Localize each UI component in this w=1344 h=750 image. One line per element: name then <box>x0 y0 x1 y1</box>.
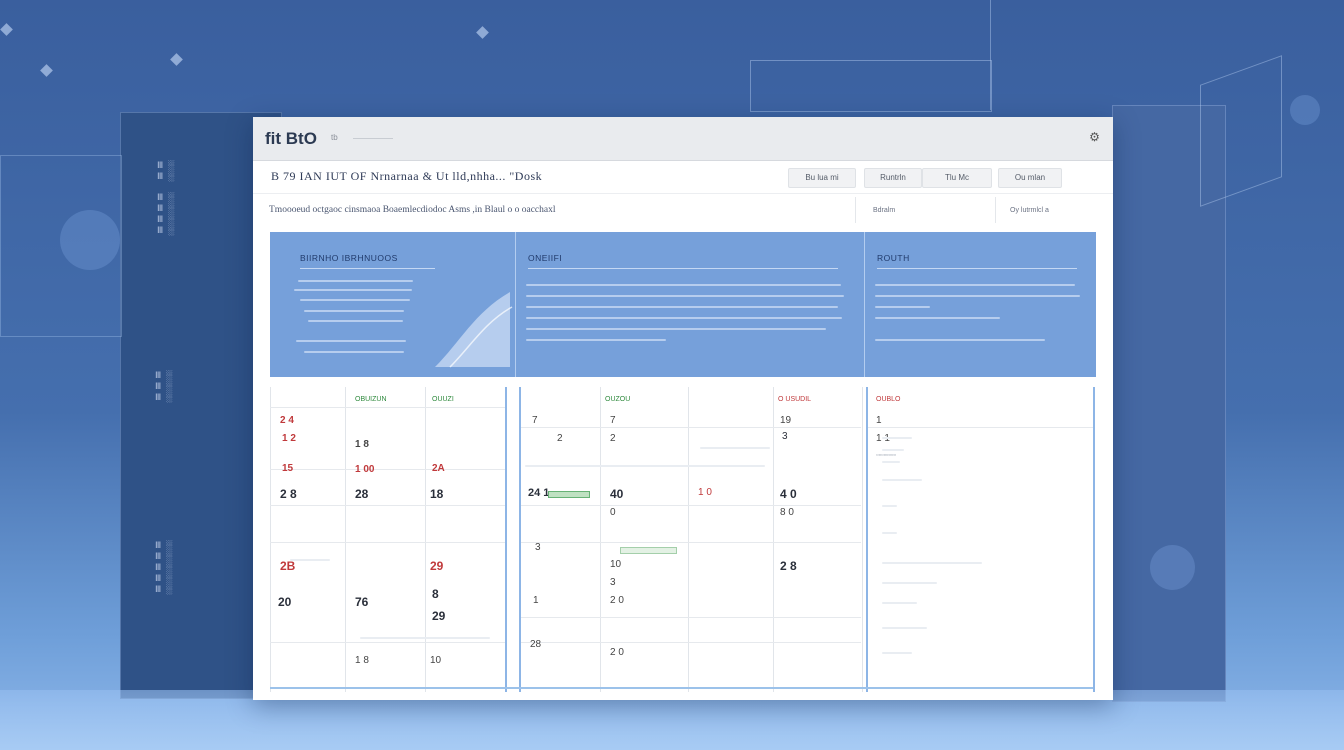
grid-cell[interactable]: 1 8 <box>355 439 369 450</box>
summary-heading-1: BIIRNHO IBRHNUOOS <box>300 253 398 263</box>
gear-icon[interactable]: ⚙ <box>1088 131 1101 144</box>
grid-cell[interactable]: 2 8 <box>780 559 797 573</box>
grid-cell[interactable]: 3 <box>782 431 788 442</box>
grid-cell[interactable]: 4 0 <box>780 487 797 501</box>
main-window: fit BtO tb ⚙ B 79 IAN IUT OF Nrnarnaa & … <box>253 117 1113 700</box>
grid-cell[interactable]: 15 <box>282 463 293 474</box>
grid-cell[interactable]: 3 <box>535 542 541 553</box>
grid-cell[interactable]: 29 <box>430 559 443 573</box>
grid-cell[interactable]: 76 <box>355 595 368 609</box>
sub-header-field-1[interactable]: Bdralm <box>873 207 895 214</box>
separator <box>855 197 856 223</box>
data-grid: OBUIZUN OUUZI 2 4 1 2 1 8 1 00 15 2A 2 8… <box>270 387 1096 692</box>
grid-cell[interactable]: 2 8 <box>280 487 297 501</box>
background-dot <box>476 26 489 39</box>
grid-cell[interactable]: 19 <box>780 415 791 426</box>
summary-column-1: BIIRNHO IBRHNUOOS <box>270 232 515 377</box>
column-tag: OBUIZUN <box>355 396 387 403</box>
grid-cell[interactable]: 28 <box>355 487 368 501</box>
summary-column-2: ONEIIFI <box>516 232 864 377</box>
background-glyphs: Ⅲ ░ Ⅲ ░ Ⅲ ░ Ⅲ ░ Ⅲ ░ Ⅲ ░ <box>157 160 176 235</box>
grid-cell[interactable]: 1 0 <box>698 487 712 498</box>
background-frame-top <box>750 60 992 112</box>
progress-bar <box>548 491 590 498</box>
grid-cell[interactable]: 7 <box>610 415 616 426</box>
grid-cell[interactable]: 2 <box>610 433 616 444</box>
grid-cell[interactable]: 20 <box>278 595 291 609</box>
grid-cell[interactable]: 8 <box>432 587 439 601</box>
background-circle <box>60 210 120 270</box>
toolbar-button-4[interactable]: Ou mlan <box>998 168 1062 188</box>
background-dot <box>0 23 13 36</box>
grid-cell[interactable]: 40 <box>610 487 623 501</box>
grid-cell[interactable]: 2B <box>280 559 295 573</box>
toolbar-button-3[interactable]: Tlu Mc <box>922 168 992 188</box>
sub-header-field-2[interactable]: Oy lutrmlcl a <box>1010 207 1049 214</box>
column-divider <box>505 387 507 692</box>
separator <box>995 197 996 223</box>
background-glyphs: Ⅲ ░ Ⅲ ░ Ⅲ ░ Ⅲ ░ Ⅲ ░ <box>155 540 174 594</box>
grid-cell[interactable]: 18 <box>430 487 443 501</box>
grid-cell[interactable]: 1 00 <box>355 464 374 475</box>
toolbar: B 79 IAN IUT OF Nrnarnaa & Ut lld,nhha..… <box>253 161 1113 194</box>
column-divider <box>519 387 521 692</box>
grid-cell[interactable]: 3 <box>610 577 616 588</box>
grid-cell[interactable]: 8 0 <box>780 507 794 518</box>
column-tag: O USUDIL <box>778 396 812 403</box>
grid-cell[interactable]: 2 <box>557 433 563 444</box>
grid-cell[interactable]: 1 2 <box>282 433 296 444</box>
toolbar-button-1[interactable]: Bu lua mi <box>788 168 856 188</box>
toolbar-title: B 79 IAN IUT OF Nrnarnaa & Ut lld,nhha..… <box>271 169 543 183</box>
progress-bar <box>620 547 677 554</box>
summary-heading-2: ONEIIFI <box>528 253 563 263</box>
column-tag: OUUZI <box>432 396 454 403</box>
sub-header: Tmoooeud octgaoc cinsmaoa Boaemlecdiodoc… <box>253 195 1113 227</box>
grid-cell[interactable]: 10 <box>430 655 441 666</box>
grid-cell[interactable]: 1 8 <box>355 655 369 666</box>
summary-panel: BIIRNHO IBRHNUOOS ONEIIFI ROUTH <box>270 232 1096 377</box>
grid-note: ▫▫▫▫▫▫▫▫ <box>876 452 896 459</box>
column-divider <box>1093 387 1095 692</box>
toolbar-button-2[interactable]: Runtrln <box>864 168 922 188</box>
grid-cell[interactable]: 0 <box>610 507 616 518</box>
background-circle <box>1290 95 1320 125</box>
grid-cell[interactable]: 1 <box>876 415 882 426</box>
column-divider <box>866 387 868 692</box>
grid-cell[interactable]: 24 1 <box>528 487 549 499</box>
summary-column-3: ROUTH <box>865 232 1096 377</box>
grid-cell[interactable]: 29 <box>432 609 445 623</box>
sub-header-text: Tmoooeud octgaoc cinsmaoa Boaemlecdiodoc… <box>269 205 556 215</box>
background-line <box>990 0 992 110</box>
grid-cell[interactable]: 2 4 <box>280 415 294 426</box>
column-tag: OUZOU <box>605 396 631 403</box>
app-title: fit BtO <box>265 129 317 148</box>
title-bar: fit BtO tb ⚙ <box>253 117 1113 161</box>
background-circle <box>1150 545 1195 590</box>
grid-cell[interactable]: 2A <box>432 463 445 474</box>
grid-cell[interactable]: 10 <box>610 559 621 570</box>
background-frame-right <box>1200 55 1282 207</box>
tab-label[interactable]: tb <box>331 133 338 142</box>
summary-heading-3: ROUTH <box>877 253 910 263</box>
background-glyphs: Ⅲ ░ Ⅲ ░ Ⅲ ░ <box>155 370 174 402</box>
column-tag: OUBLO <box>876 396 901 403</box>
grid-cell[interactable]: 7 <box>532 415 538 426</box>
title-separator <box>353 138 393 139</box>
grid-cell[interactable]: 2 0 <box>610 647 624 658</box>
background-dot <box>170 53 183 66</box>
background-dot <box>40 64 53 77</box>
grid-cell[interactable]: 1 <box>533 595 539 606</box>
grid-cell[interactable]: 2 0 <box>610 595 624 606</box>
wave-graphic <box>435 292 513 368</box>
grid-cell[interactable]: 28 <box>530 639 541 650</box>
